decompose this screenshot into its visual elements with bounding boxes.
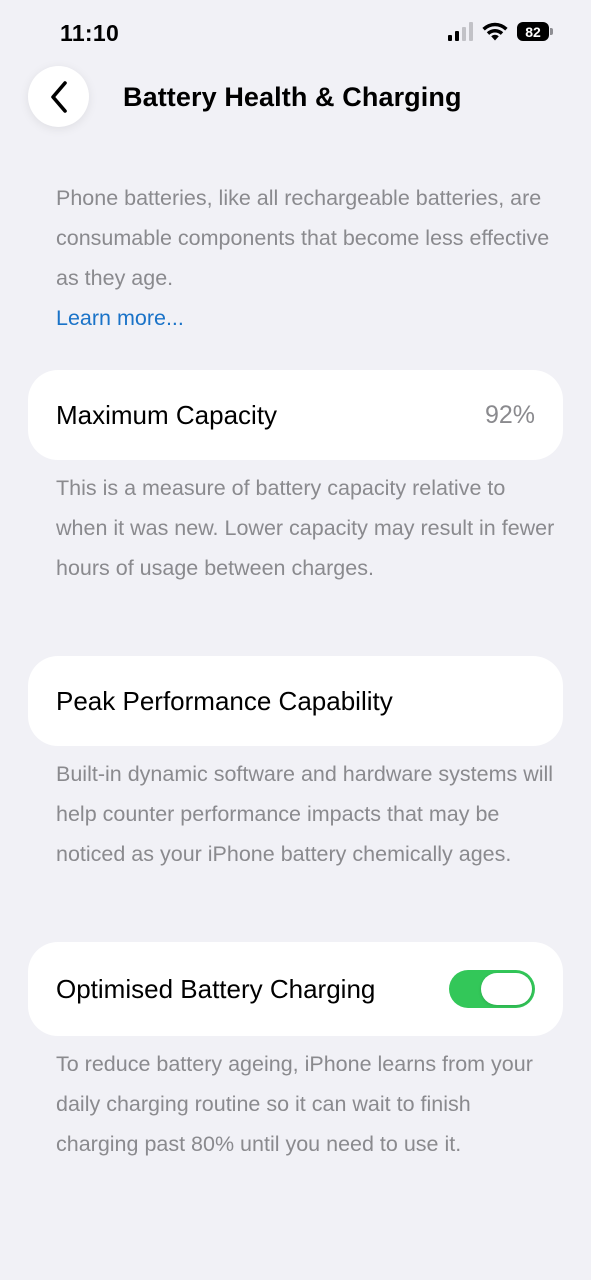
learn-more-link[interactable]: Learn more... bbox=[56, 298, 556, 338]
chevron-left-icon bbox=[50, 80, 67, 113]
status-time: 11:10 bbox=[60, 20, 120, 46]
maximum-capacity-label: Maximum Capacity bbox=[56, 399, 278, 430]
maximum-capacity-value: 92% bbox=[484, 400, 535, 429]
wifi-icon bbox=[482, 22, 508, 41]
battery-icon: 82 bbox=[517, 22, 553, 41]
intro-section: Phone batteries, like all rechargeable b… bbox=[56, 178, 556, 338]
back-button[interactable] bbox=[28, 66, 89, 127]
intro-text: Phone batteries, like all rechargeable b… bbox=[56, 186, 550, 290]
peak-performance-footnote: Built-in dynamic software and hardware s… bbox=[56, 762, 554, 866]
optimised-charging-footnote: To reduce battery ageing, iPhone learns … bbox=[56, 1052, 533, 1156]
optimised-charging-toggle[interactable] bbox=[449, 970, 535, 1008]
battery-level: 82 bbox=[517, 22, 549, 41]
maximum-capacity-row: Maximum Capacity 92% bbox=[28, 370, 563, 460]
peak-performance-row[interactable]: Peak Performance Capability bbox=[28, 656, 563, 746]
toggle-knob bbox=[481, 973, 532, 1005]
page-title: Battery Health & Charging bbox=[123, 82, 462, 112]
peak-performance-label: Peak Performance Capability bbox=[56, 685, 393, 716]
status-icons: 82 bbox=[448, 22, 553, 41]
optimised-charging-label: Optimised Battery Charging bbox=[56, 973, 376, 1004]
maximum-capacity-footnote: This is a measure of battery capacity re… bbox=[56, 476, 555, 580]
cellular-signal-icon bbox=[448, 22, 473, 41]
status-bar: 11:10 82 bbox=[0, 0, 591, 60]
optimised-charging-row: Optimised Battery Charging bbox=[28, 942, 563, 1036]
